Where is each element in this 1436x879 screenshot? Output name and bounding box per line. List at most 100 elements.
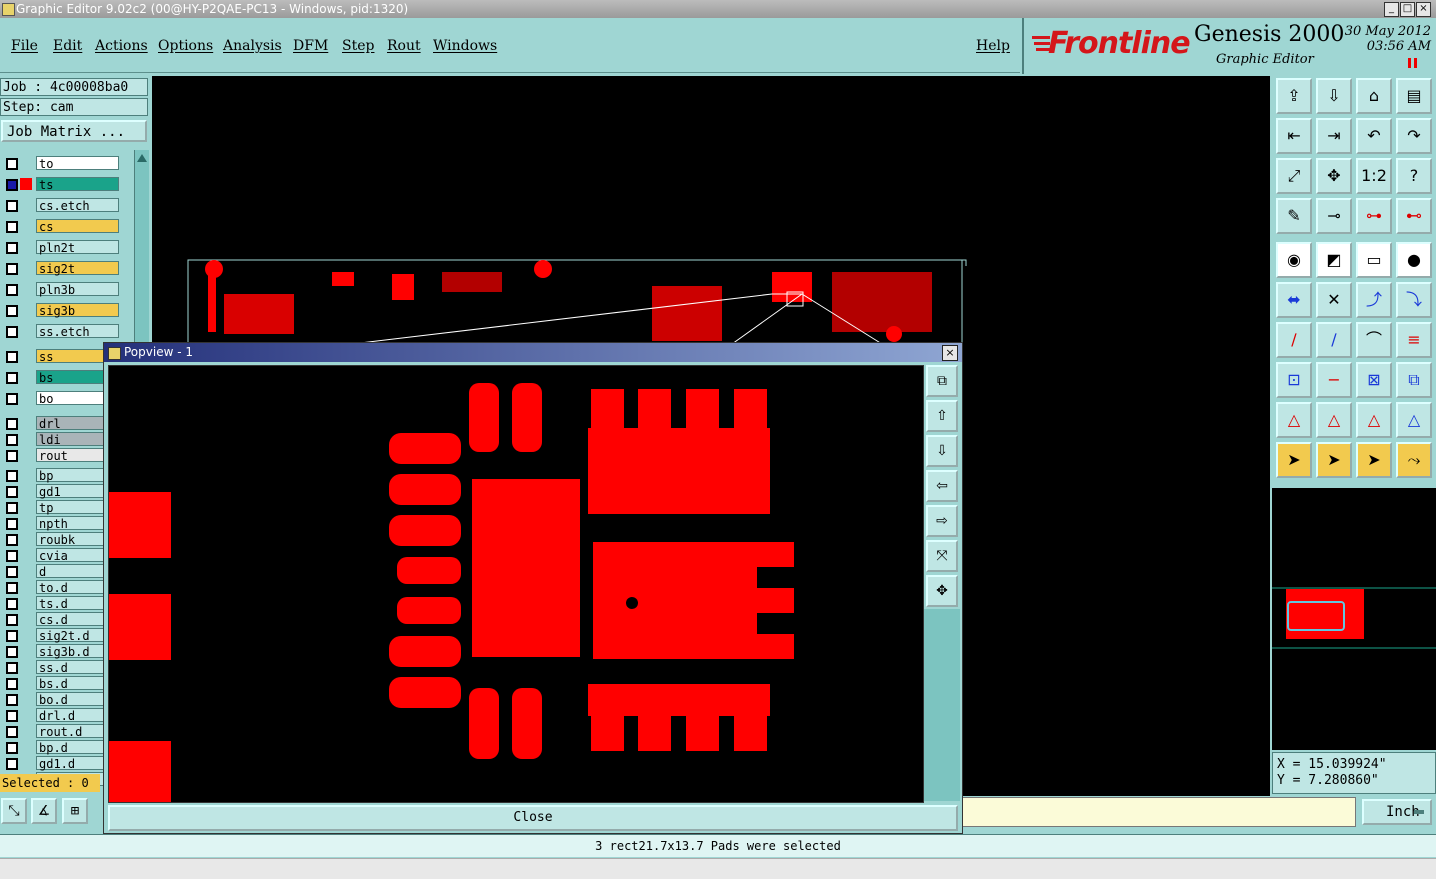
layer-checkbox[interactable]	[6, 486, 18, 498]
layer-checkbox[interactable]	[6, 221, 18, 233]
cursor-route-icon[interactable]: ⤳	[1396, 442, 1432, 478]
popview-left-icon[interactable]: ⇦	[926, 470, 958, 502]
reshape-icon[interactable]: ⊠	[1356, 362, 1392, 398]
menu-edit[interactable]: Edit	[53, 38, 82, 54]
layer-row-rout[interactable]: rout	[0, 448, 120, 463]
menu-dfm[interactable]: DFM	[293, 38, 328, 54]
triangle-c-icon[interactable]: △	[1396, 402, 1432, 438]
layer-checkbox[interactable]	[6, 263, 18, 275]
layer-row-roubk[interactable]: roubk	[0, 532, 120, 547]
layer-checkbox[interactable]	[6, 582, 18, 594]
layer-checkbox[interactable]	[6, 351, 18, 363]
layer-row-tp[interactable]: tp	[0, 500, 120, 515]
layer-row-ts[interactable]: ts	[0, 177, 120, 192]
close-window-button[interactable]: ×	[1416, 2, 1431, 17]
popview-fit-icon[interactable]: ⤧	[926, 540, 958, 572]
layer-row-ss-etch[interactable]: ss.etch	[0, 324, 120, 339]
open-job-icon[interactable]: ⇪	[1276, 78, 1312, 114]
menu-analysis[interactable]: Analysis	[223, 38, 282, 54]
overview-map[interactable]	[1272, 488, 1436, 750]
scale-1-2-icon[interactable]: 1:2	[1356, 158, 1392, 194]
layer-checkbox[interactable]	[6, 470, 18, 482]
layer-row-sig2t-d[interactable]: sig2t.d	[0, 628, 120, 643]
layer-checkbox[interactable]	[6, 710, 18, 722]
popview-close-button[interactable]: Close	[108, 805, 958, 831]
layer-checkbox[interactable]	[6, 646, 18, 658]
scroll-up-icon[interactable]	[135, 151, 149, 165]
menu-windows[interactable]: Windows	[433, 38, 497, 54]
prev-icon[interactable]: ⇤	[1276, 118, 1312, 154]
home-icon[interactable]: ⌂	[1356, 78, 1392, 114]
move-icon[interactable]: ⤴	[1356, 282, 1392, 318]
window-icon[interactable]: ▤	[1396, 78, 1432, 114]
pause-icon[interactable]	[1408, 58, 1418, 68]
layer-row-sig3b[interactable]: sig3b	[0, 303, 120, 318]
layer-checkbox[interactable]	[6, 434, 18, 446]
layer-row-d[interactable]: d	[0, 564, 120, 579]
cursor-icon[interactable]: ➤	[1276, 442, 1312, 478]
triangle-icon[interactable]: △	[1276, 402, 1312, 438]
layer-row-drl[interactable]: drl	[0, 416, 120, 431]
cross-icon[interactable]: ✕	[1316, 282, 1352, 318]
arc-icon[interactable]: ⌒	[1356, 322, 1392, 358]
units-selector[interactable]: Inch	[1362, 799, 1432, 825]
menu-help[interactable]: Help	[976, 38, 1010, 54]
tools-icon[interactable]: ✎	[1276, 198, 1312, 234]
layer-row-bp-d[interactable]: bp.d	[0, 740, 120, 755]
minimize-button[interactable]: _	[1384, 2, 1399, 17]
job-matrix-button[interactable]: Job Matrix ...	[1, 120, 147, 142]
pad-add-icon[interactable]: ⊡	[1276, 362, 1312, 398]
popview-canvas[interactable]	[108, 365, 924, 803]
minus-icon[interactable]: −	[1316, 362, 1352, 398]
layer-row-cs-etch[interactable]: cs.etch	[0, 198, 120, 213]
layer-row-rout-d[interactable]: rout.d	[0, 724, 120, 739]
layer-row-ldi[interactable]: ldi	[0, 432, 120, 447]
layer-checkbox[interactable]	[6, 678, 18, 690]
menu-step[interactable]: Step	[342, 38, 374, 54]
menu-file[interactable]: File	[11, 38, 38, 54]
node-icon[interactable]: ⬌	[1276, 282, 1312, 318]
popview-zoom-icon[interactable]: ⧉	[926, 365, 958, 397]
layer-checkbox[interactable]	[6, 630, 18, 642]
measure-icon[interactable]: ▭	[1356, 242, 1392, 278]
layer-checkbox[interactable]	[6, 284, 18, 296]
command-line-input[interactable]	[962, 797, 1356, 827]
layer-checkbox[interactable]	[6, 662, 18, 674]
layer-row-gd1[interactable]: gd1	[0, 484, 120, 499]
layer-row-drl-d[interactable]: drl.d	[0, 708, 120, 723]
line-icon[interactable]: ∕	[1276, 322, 1312, 358]
menu-actions[interactable]: Actions	[95, 38, 148, 54]
layer-row-cs[interactable]: cs	[0, 219, 120, 234]
layer-row-sig2t[interactable]: sig2t	[0, 261, 120, 276]
menu-options[interactable]: Options	[158, 38, 213, 54]
layer-checkbox[interactable]	[6, 158, 18, 170]
cluster-icon[interactable]: ⧉	[1396, 362, 1432, 398]
layer-checkbox[interactable]	[6, 726, 18, 738]
layer-checkbox[interactable]	[6, 179, 18, 191]
layer-checkbox[interactable]	[6, 598, 18, 610]
pad-icon[interactable]: ●	[1396, 242, 1432, 278]
zoom-center-icon[interactable]: ✥	[1316, 158, 1352, 194]
select-area-icon[interactable]: ◩	[1316, 242, 1352, 278]
layer-checkbox[interactable]	[6, 326, 18, 338]
save-icon[interactable]: ⇩	[1316, 78, 1352, 114]
layer-checkbox[interactable]	[6, 534, 18, 546]
layer-row-npth[interactable]: npth	[0, 516, 120, 531]
layer-checkbox[interactable]	[6, 758, 18, 770]
feature-line-icon[interactable]: ⊸	[1316, 198, 1352, 234]
layer-row-to[interactable]: to	[0, 156, 120, 171]
zoom-fit-icon[interactable]: ⤢	[1276, 158, 1312, 194]
layer-row-bs[interactable]: bs	[0, 370, 120, 385]
popview-close-icon[interactable]: ×	[942, 345, 958, 361]
popview-up-icon[interactable]: ⇧	[926, 400, 958, 432]
netlist-icon[interactable]: ⊶	[1356, 198, 1392, 234]
triangle-a-icon[interactable]: △	[1316, 402, 1352, 438]
layer-checkbox[interactable]	[6, 694, 18, 706]
layer-checkbox[interactable]	[6, 393, 18, 405]
layer-row-ss-d[interactable]: ss.d	[0, 660, 120, 675]
layer-checkbox[interactable]	[6, 372, 18, 384]
layer-checkbox[interactable]	[6, 550, 18, 562]
layer-row-bo-d[interactable]: bo.d	[0, 692, 120, 707]
layer-row-bs-d[interactable]: bs.d	[0, 676, 120, 691]
snap-tool-button[interactable]: ⤡	[1, 798, 27, 824]
